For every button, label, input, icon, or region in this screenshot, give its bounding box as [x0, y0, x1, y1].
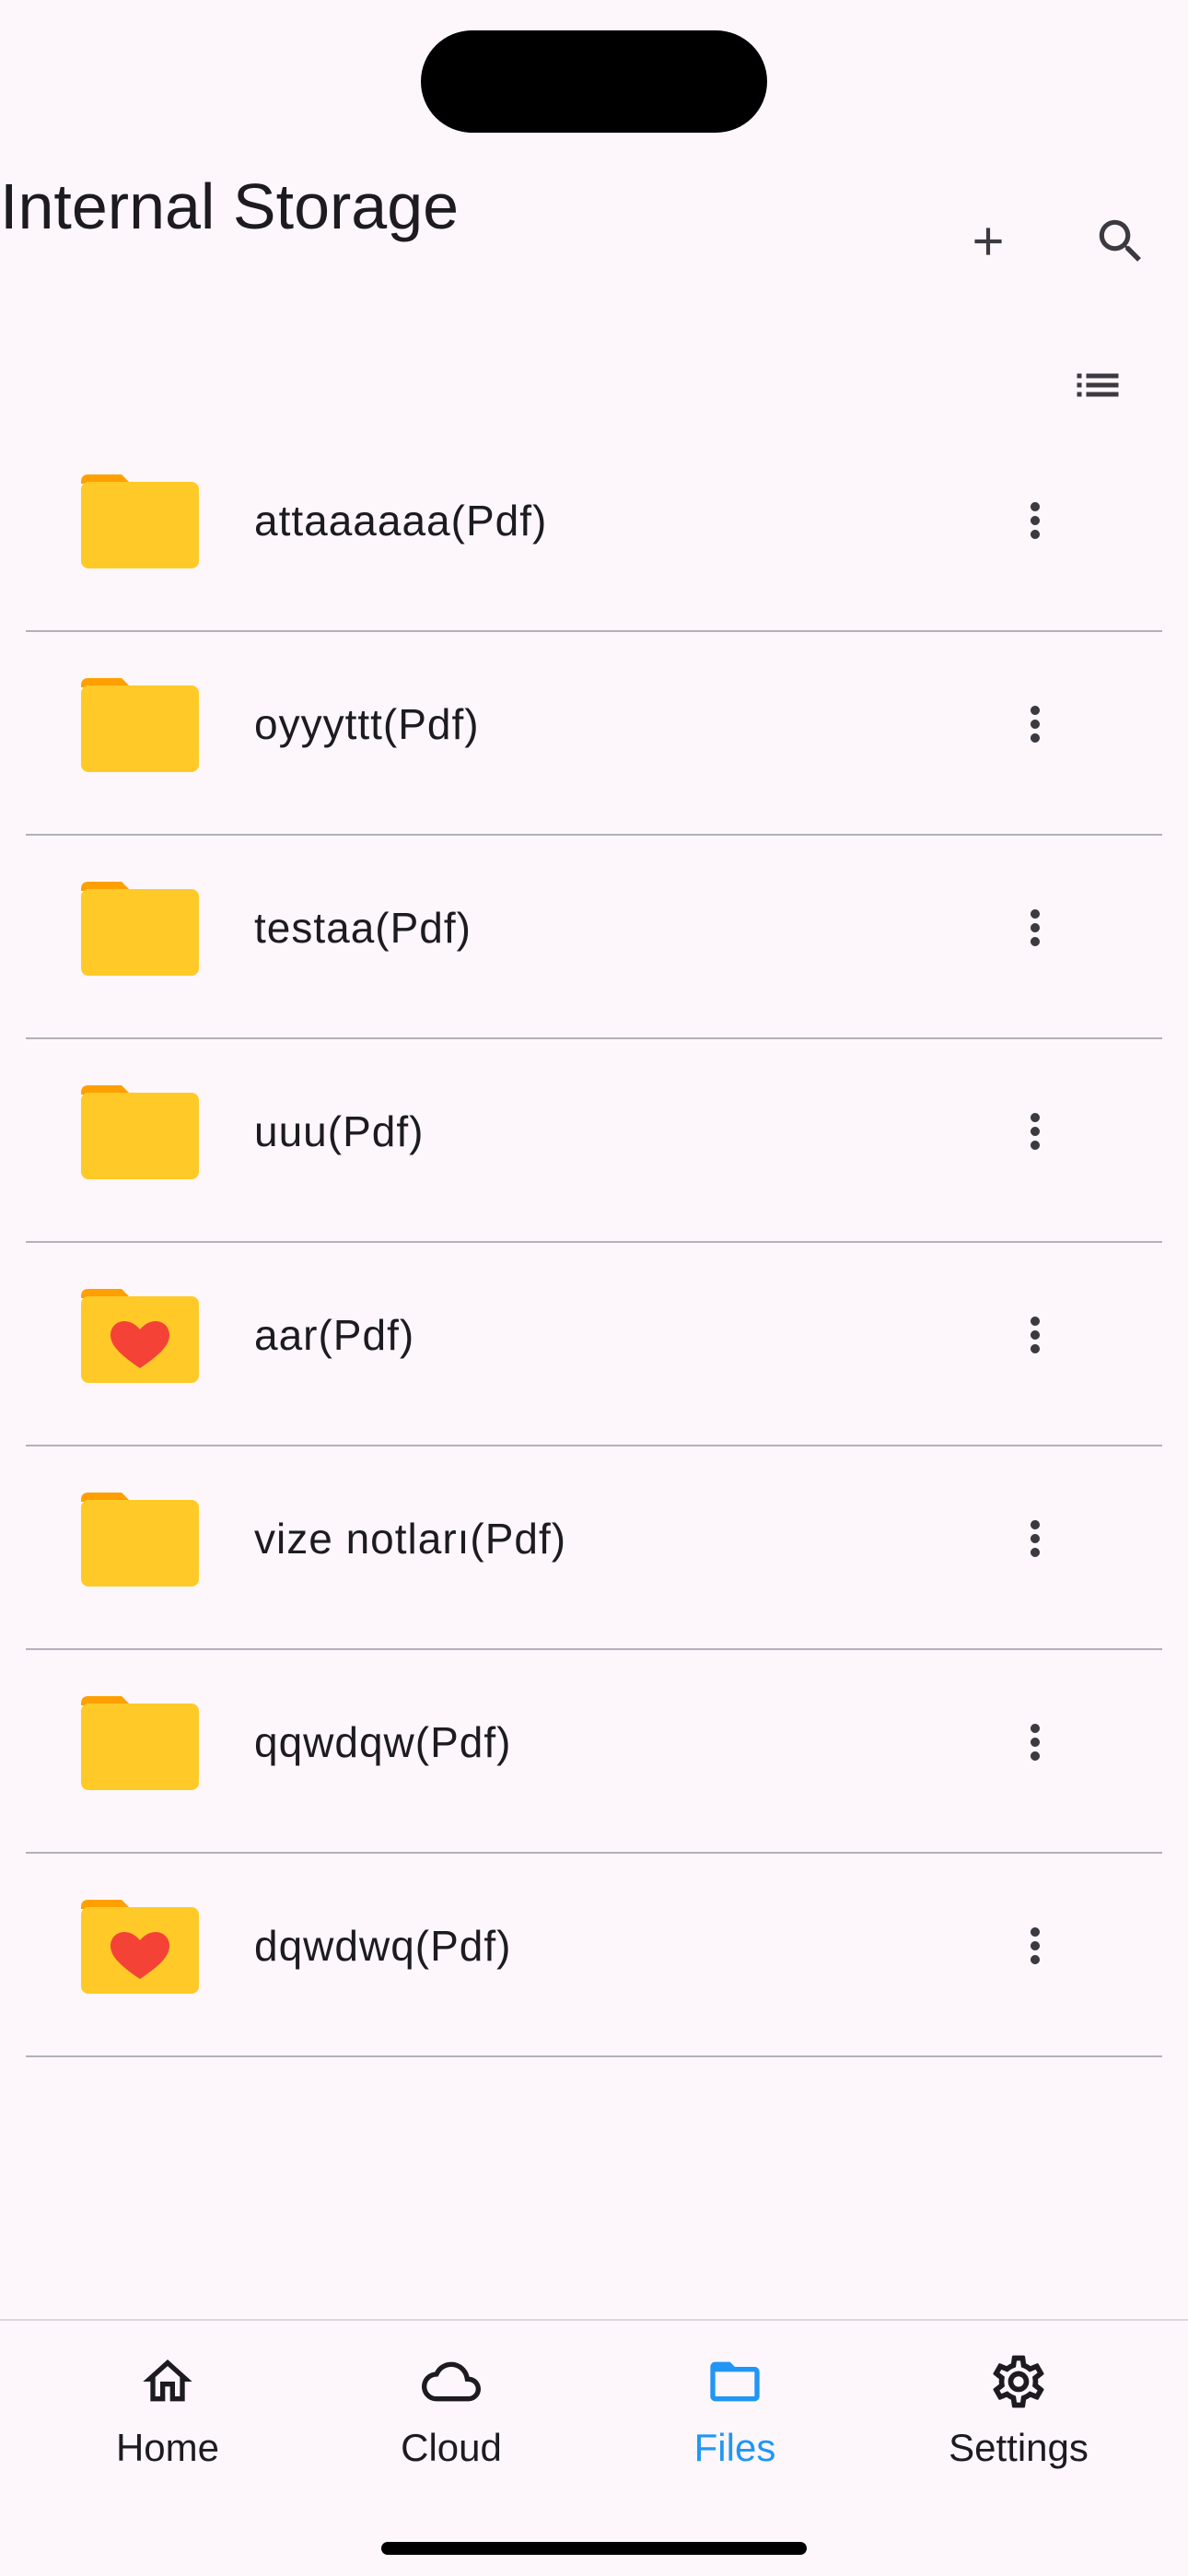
favorite-folder-icon: [81, 1289, 199, 1383]
file-row[interactable]: aar(Pdf): [26, 1243, 1162, 1446]
file-row[interactable]: dqwdwq(Pdf): [26, 1854, 1162, 2057]
more-vert-icon: [1031, 1113, 1040, 1150]
file-row[interactable]: vize notları(Pdf): [26, 1446, 1162, 1650]
more-vert-icon: [1031, 909, 1040, 946]
file-row[interactable]: oyyyttt(Pdf): [26, 632, 1162, 836]
bottom-navigation: Home Cloud Files Settings: [0, 2319, 1188, 2576]
folder-icon: [81, 1696, 199, 1790]
file-row[interactable]: attaaaaaa(Pdf): [26, 428, 1162, 632]
file-row[interactable]: uuu(Pdf): [26, 1039, 1162, 1243]
more-vert-icon: [1031, 1520, 1040, 1557]
nav-settings[interactable]: Settings: [880, 2347, 1157, 2485]
file-list: attaaaaaa(Pdf) oyyyttt(Pdf) testaa(Pdf) uuu…: [26, 428, 1162, 2057]
more-options-button[interactable]: [989, 1900, 1081, 1992]
more-options-button[interactable]: [989, 1289, 1081, 1381]
more-options-button[interactable]: [989, 1085, 1081, 1177]
file-row[interactable]: qqwdqw(Pdf): [26, 1650, 1162, 1854]
file-name: aar(Pdf): [254, 1311, 415, 1359]
more-vert-icon: [1031, 502, 1040, 539]
file-name: testaa(Pdf): [254, 904, 472, 952]
file-name: qqwdqw(Pdf): [254, 1718, 512, 1766]
gear-icon: [993, 2355, 1044, 2408]
folder-icon: [81, 882, 199, 976]
folder-icon: [81, 678, 199, 772]
file-name: vize notları(Pdf): [254, 1515, 567, 1563]
more-options-button[interactable]: [989, 474, 1081, 567]
nav-home[interactable]: Home: [29, 2347, 306, 2485]
list-view-icon: [1077, 373, 1119, 397]
more-options-button[interactable]: [989, 882, 1081, 974]
file-name: dqwdwq(Pdf): [254, 1922, 512, 1970]
folder-icon: [81, 474, 199, 568]
more-vert-icon: [1031, 1317, 1040, 1353]
nav-files-label: Files: [693, 2426, 776, 2469]
dynamic-island: [421, 30, 767, 133]
file-name: uuu(Pdf): [254, 1107, 425, 1155]
search-button[interactable]: [1075, 195, 1167, 287]
page-title: Internal Storage: [0, 170, 460, 242]
nav-files[interactable]: Files: [597, 2347, 873, 2485]
folder-icon: [81, 1085, 199, 1179]
view-toggle-button[interactable]: [1052, 339, 1144, 431]
nav-cloud[interactable]: Cloud: [313, 2347, 589, 2485]
nav-home-label: Home: [115, 2426, 220, 2469]
more-vert-icon: [1031, 706, 1040, 743]
add-button[interactable]: [942, 195, 1034, 287]
file-name: attaaaaaa(Pdf): [254, 497, 548, 544]
file-name: oyyyttt(Pdf): [254, 700, 480, 748]
search-icon: [1099, 219, 1141, 262]
more-vert-icon: [1031, 1927, 1040, 1964]
plus-icon: [974, 228, 1002, 255]
favorite-folder-icon: [81, 1900, 199, 1994]
more-options-button[interactable]: [989, 678, 1081, 770]
home-icon: [143, 2359, 192, 2402]
more-options-button[interactable]: [989, 1493, 1081, 1585]
more-options-button[interactable]: [989, 1696, 1081, 1788]
folder-icon: [710, 2361, 760, 2402]
cloud-icon: [422, 2361, 481, 2402]
nav-cloud-label: Cloud: [401, 2426, 502, 2469]
file-row[interactable]: testaa(Pdf): [26, 836, 1162, 1039]
nav-settings-label: Settings: [949, 2426, 1089, 2469]
home-indicator: [381, 2542, 807, 2555]
more-vert-icon: [1031, 1724, 1040, 1761]
folder-icon: [81, 1493, 199, 1587]
